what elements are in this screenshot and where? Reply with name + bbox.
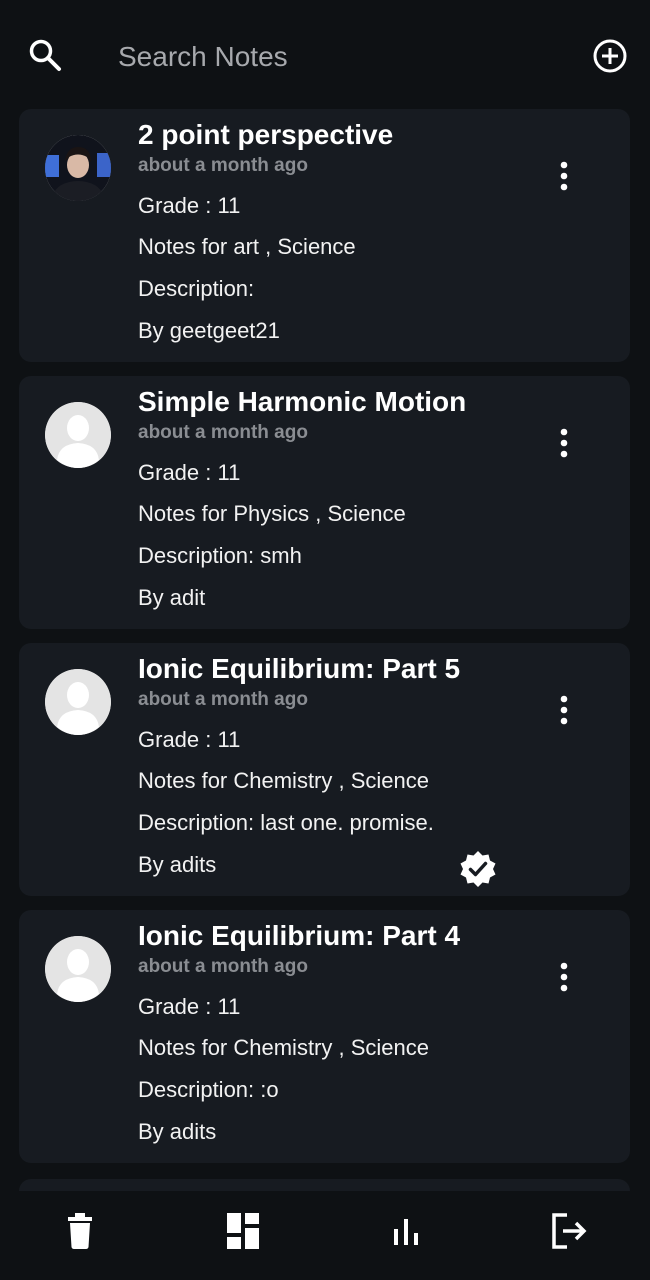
note-card[interactable]: Simple Harmonic Motion about a month ago… bbox=[19, 376, 630, 629]
note-card[interactable]: Ionic Equilibrium: Part 5 about a month … bbox=[19, 643, 630, 896]
note-grade: Grade : 11 bbox=[138, 727, 241, 752]
note-description: Description: smh bbox=[138, 543, 302, 568]
top-bar bbox=[0, 0, 650, 110]
default-avatar bbox=[45, 402, 111, 468]
verified-badge-icon bbox=[460, 851, 496, 887]
more-options-icon[interactable] bbox=[555, 428, 573, 458]
note-timestamp: about a month ago bbox=[138, 155, 308, 176]
note-grade: Grade : 11 bbox=[138, 460, 241, 485]
note-title: 2 point perspective bbox=[138, 119, 394, 150]
bottom-navigation bbox=[0, 1191, 650, 1280]
notes-list: 2 point perspective about a month ago Gr… bbox=[19, 109, 630, 1177]
search-input[interactable] bbox=[118, 36, 538, 78]
more-options-icon[interactable] bbox=[555, 161, 573, 191]
dashboard-icon[interactable] bbox=[219, 1207, 267, 1255]
note-timestamp: about a month ago bbox=[138, 689, 308, 710]
more-options-icon[interactable] bbox=[555, 962, 573, 992]
note-timestamp: about a month ago bbox=[138, 422, 308, 443]
note-author: By adits bbox=[138, 1119, 217, 1144]
more-options-icon[interactable] bbox=[555, 695, 573, 725]
delete-icon[interactable] bbox=[56, 1207, 104, 1255]
add-note-icon[interactable] bbox=[592, 38, 628, 74]
note-subjects: Notes for art , Science bbox=[138, 234, 356, 259]
note-title: Simple Harmonic Motion bbox=[138, 386, 467, 417]
note-author: By adits bbox=[138, 852, 217, 877]
note-subjects: Notes for Physics , Science bbox=[138, 501, 406, 526]
note-card[interactable]: Ionic Equilibrium: Part 4 about a month … bbox=[19, 910, 630, 1163]
note-title: Ionic Equilibrium: Part 4 bbox=[138, 920, 461, 951]
note-grade: Grade : 11 bbox=[138, 994, 241, 1019]
note-timestamp: about a month ago bbox=[138, 956, 308, 977]
note-author: By adit bbox=[138, 585, 206, 610]
logout-icon[interactable] bbox=[545, 1207, 593, 1255]
note-author: By geetgeet21 bbox=[138, 318, 280, 343]
default-avatar bbox=[45, 936, 111, 1002]
search-icon[interactable] bbox=[28, 38, 62, 72]
note-description: Description: last one. promise. bbox=[138, 810, 434, 835]
note-title: Ionic Equilibrium: Part 5 bbox=[138, 653, 461, 684]
avatar bbox=[45, 135, 111, 201]
note-subjects: Notes for Chemistry , Science bbox=[138, 1035, 429, 1060]
note-subjects: Notes for Chemistry , Science bbox=[138, 768, 429, 793]
note-grade: Grade : 11 bbox=[138, 193, 241, 218]
stats-icon[interactable] bbox=[382, 1207, 430, 1255]
note-card[interactable]: 2 point perspective about a month ago Gr… bbox=[19, 109, 630, 362]
default-avatar bbox=[45, 669, 111, 735]
note-description: Description: bbox=[138, 276, 255, 301]
note-description: Description: :o bbox=[138, 1077, 279, 1102]
